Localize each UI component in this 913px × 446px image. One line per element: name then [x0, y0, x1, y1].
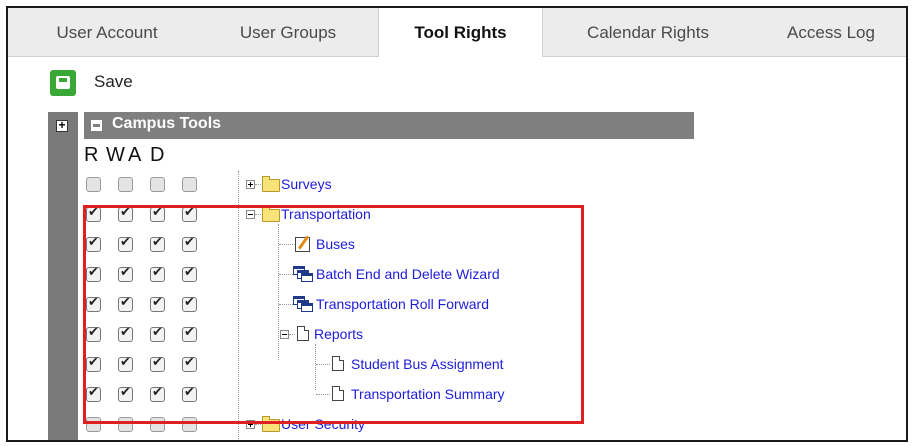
column-header-write: W: [106, 144, 125, 166]
tab-calendar-rights[interactable]: Calendar Rights: [563, 8, 733, 56]
folder-icon: [262, 176, 280, 192]
left-gutter-bar: [48, 112, 78, 440]
column-header-add: A: [128, 144, 142, 166]
campus-tools-header[interactable]: Campus Tools: [84, 112, 694, 139]
expand-icon[interactable]: [246, 180, 255, 189]
collapse-icon[interactable]: [91, 120, 102, 131]
rights-checkbox-w[interactable]: [118, 177, 133, 192]
column-header-read: R: [84, 144, 99, 166]
column-header-delete: D: [150, 144, 165, 166]
highlight-annotation-box: [83, 205, 584, 424]
tool-rights-panel: User Account User Groups Tool Rights Cal…: [6, 6, 908, 442]
rights-checkbox-r[interactable]: [86, 177, 101, 192]
tab-user-groups[interactable]: User Groups: [213, 8, 363, 56]
tab-tool-rights[interactable]: Tool Rights: [378, 8, 543, 57]
tab-user-account[interactable]: User Account: [32, 8, 182, 56]
tab-access-log[interactable]: Access Log: [766, 8, 896, 56]
expand-all-icon[interactable]: +: [56, 119, 68, 132]
floppy-disk-icon: [56, 76, 70, 89]
section-title: Campus Tools: [112, 115, 222, 132]
rights-checkbox-d[interactable]: [182, 177, 197, 192]
rights-checkbox-a[interactable]: [150, 177, 165, 192]
tab-bar: User Account User Groups Tool Rights Cal…: [8, 8, 906, 57]
save-label[interactable]: Save: [94, 72, 133, 92]
save-button[interactable]: [50, 70, 76, 96]
tree-link-surveys[interactable]: Surveys: [281, 173, 332, 195]
